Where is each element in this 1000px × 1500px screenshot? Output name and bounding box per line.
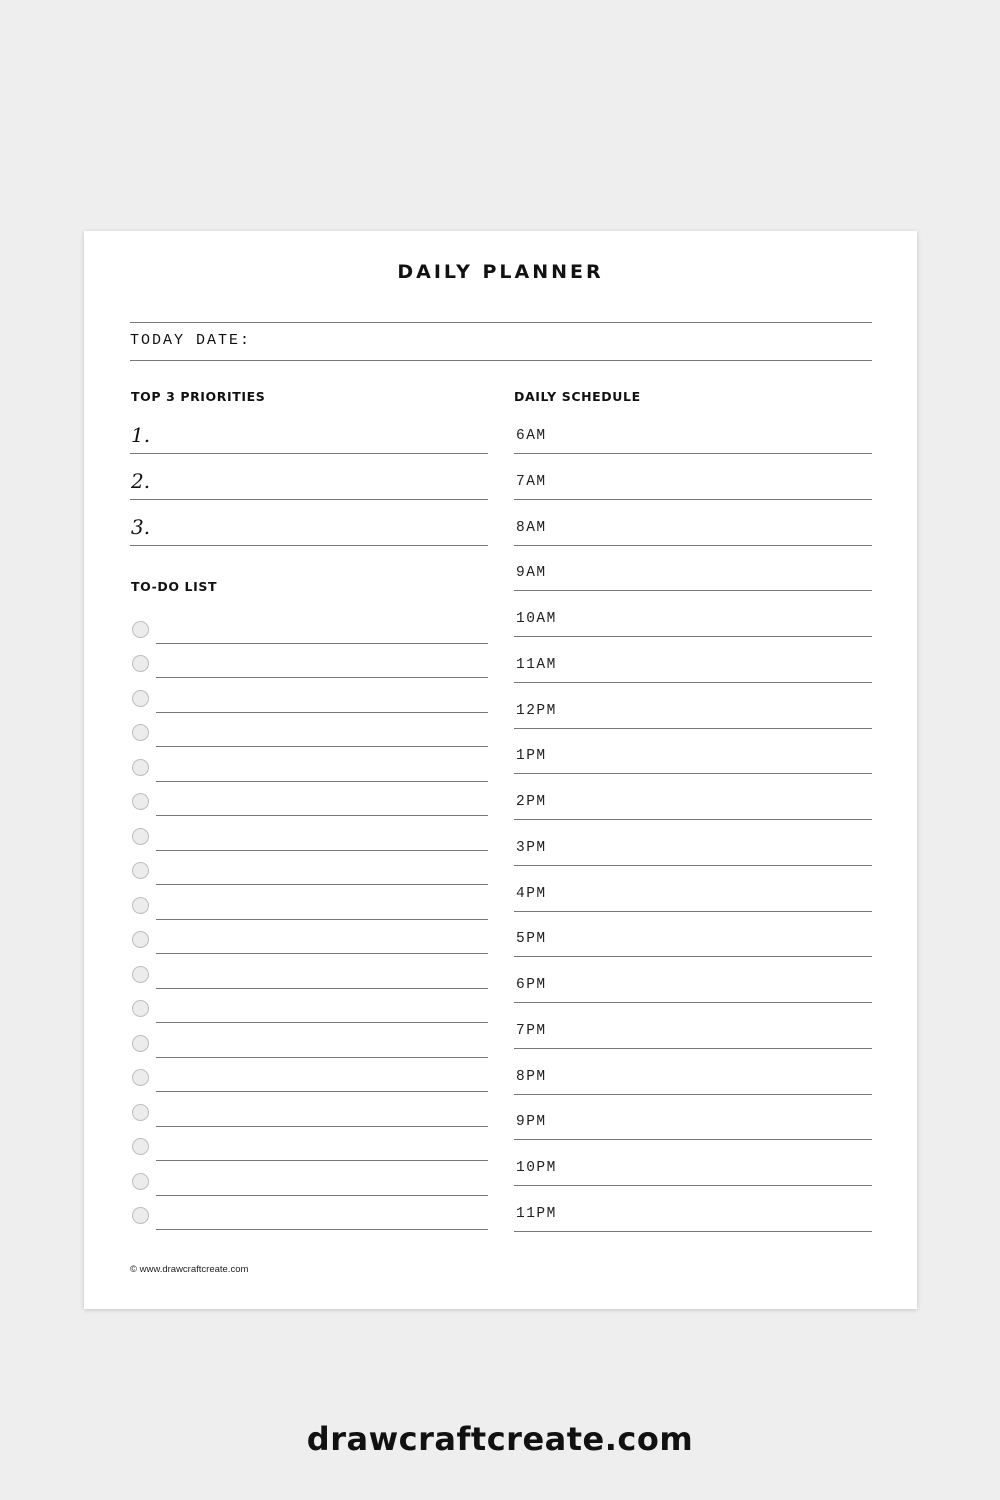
- schedule-input-line[interactable]: [514, 453, 872, 454]
- date-label: TODAY DATE:: [130, 332, 252, 349]
- schedule-time-label: 7PM: [516, 1022, 547, 1039]
- todo-heading: TO-DO LIST: [131, 579, 218, 594]
- copyright-text: © www.drawcraftcreate.com: [130, 1264, 249, 1275]
- priority-number: 3.: [131, 515, 151, 539]
- todo-input-line[interactable]: [156, 1194, 488, 1196]
- schedule-input-line[interactable]: [514, 1139, 872, 1141]
- todo-checkbox[interactable]: [132, 931, 149, 949]
- todo-checkbox[interactable]: [132, 1207, 149, 1224]
- schedule-input-line[interactable]: [514, 819, 872, 821]
- schedule-time-label: 7AM: [516, 473, 547, 490]
- todo-input-line[interactable]: [156, 1125, 488, 1127]
- priority-input-line[interactable]: [130, 499, 488, 500]
- todo-input-line[interactable]: [156, 815, 488, 817]
- schedule-time-label: 9AM: [516, 565, 547, 582]
- priority-number: 2.: [131, 469, 151, 493]
- schedule-input-line[interactable]: [514, 681, 872, 683]
- schedule-input-line[interactable]: [514, 864, 872, 866]
- schedule-input-line[interactable]: [514, 1185, 872, 1187]
- todo-input-line[interactable]: [156, 849, 488, 851]
- priority-number: 1.: [131, 423, 151, 447]
- todo-checkbox[interactable]: [132, 1000, 149, 1018]
- todo-input-line[interactable]: [156, 884, 488, 886]
- todo-input-line[interactable]: [156, 746, 488, 748]
- priorities-heading: TOP 3 PRIORITIES: [131, 389, 266, 404]
- schedule-time-label: 1PM: [516, 748, 547, 765]
- schedule-input-line[interactable]: [514, 773, 872, 775]
- schedule-time-label: 11AM: [516, 656, 557, 673]
- schedule-time-label: 8AM: [516, 519, 547, 536]
- todo-input-line[interactable]: [156, 1229, 488, 1230]
- schedule-input-line[interactable]: [514, 910, 872, 912]
- todo-checkbox[interactable]: [132, 1103, 149, 1121]
- todo-checkbox[interactable]: [132, 724, 149, 742]
- todo-checkbox[interactable]: [132, 1069, 149, 1087]
- schedule-input-line[interactable]: [514, 1047, 872, 1049]
- todo-input-line[interactable]: [156, 918, 488, 920]
- todo-checkbox[interactable]: [132, 655, 149, 673]
- schedule-time-label: 4PM: [516, 885, 547, 902]
- schedule-input-line[interactable]: [514, 727, 872, 729]
- priority-input-line[interactable]: [130, 545, 488, 546]
- todo-input-line[interactable]: [156, 1022, 488, 1024]
- todo-checkbox[interactable]: [132, 621, 149, 638]
- schedule-input-line[interactable]: [514, 498, 872, 500]
- todo-input-line[interactable]: [156, 1091, 488, 1093]
- schedule-time-label: 9PM: [516, 1114, 547, 1131]
- schedule-time-label: 12PM: [516, 702, 557, 719]
- todo-checkbox[interactable]: [132, 758, 149, 776]
- schedule-time-label: 5PM: [516, 931, 547, 948]
- todo-input-line[interactable]: [156, 1160, 488, 1162]
- schedule-input-line[interactable]: [514, 1231, 872, 1232]
- todo-checkbox[interactable]: [132, 862, 149, 880]
- schedule-time-label: 8PM: [516, 1068, 547, 1085]
- todo-checkbox[interactable]: [132, 1138, 149, 1156]
- schedule-input-line[interactable]: [514, 636, 872, 638]
- todo-input-line[interactable]: [156, 1056, 488, 1058]
- schedule-heading: DAILY SCHEDULE: [514, 389, 641, 404]
- todo-checkbox[interactable]: [132, 965, 149, 983]
- priority-input-line[interactable]: [130, 453, 488, 454]
- todo-checkbox[interactable]: [132, 827, 149, 845]
- todo-input-line[interactable]: [156, 643, 488, 644]
- schedule-input-line[interactable]: [514, 544, 872, 546]
- todo-checkbox[interactable]: [132, 689, 149, 707]
- todo-checkbox[interactable]: [132, 1172, 149, 1190]
- schedule-input-line[interactable]: [514, 1093, 872, 1095]
- schedule-time-label: 2PM: [516, 794, 547, 811]
- todo-checkbox[interactable]: [132, 1034, 149, 1052]
- page-title: DAILY PLANNER: [397, 261, 604, 283]
- schedule-time-label: 10AM: [516, 611, 557, 628]
- todo-input-line[interactable]: [156, 677, 488, 679]
- date-input-line[interactable]: [130, 360, 872, 361]
- schedule-time-label: 3PM: [516, 839, 547, 856]
- schedule-time-label: 10PM: [516, 1160, 557, 1177]
- todo-checkbox[interactable]: [132, 896, 149, 914]
- schedule-input-line[interactable]: [514, 956, 872, 958]
- schedule-input-line[interactable]: [514, 1002, 872, 1004]
- schedule-time-label: 11PM: [516, 1206, 557, 1222]
- todo-input-line[interactable]: [156, 711, 488, 713]
- todo-input-line[interactable]: [156, 987, 488, 989]
- todo-checkbox[interactable]: [132, 793, 149, 811]
- date-top-rule: [130, 322, 872, 323]
- todo-input-line[interactable]: [156, 780, 488, 782]
- schedule-input-line[interactable]: [514, 590, 872, 592]
- todo-input-line[interactable]: [156, 953, 488, 955]
- planner-page: DAILY PLANNER TODAY DATE: TOP 3 PRIORITI…: [84, 231, 917, 1309]
- footer-brand: drawcraftcreate.com: [306, 1420, 694, 1458]
- schedule-time-label: 6AM: [516, 428, 547, 444]
- schedule-time-label: 6PM: [516, 977, 547, 994]
